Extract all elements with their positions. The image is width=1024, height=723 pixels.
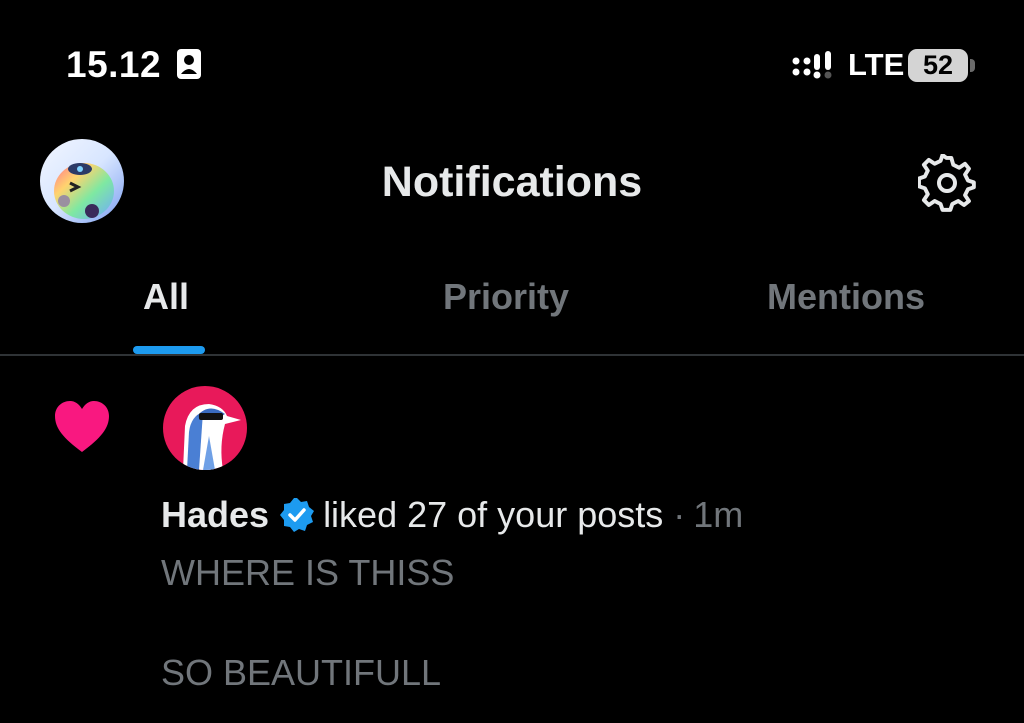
battery-tip — [970, 59, 975, 72]
battery-icon: 52 — [908, 49, 968, 82]
status-time: 15.12 — [66, 44, 162, 85]
tab-priority[interactable]: Priority — [443, 276, 569, 318]
actor-name[interactable]: Hades — [161, 494, 269, 536]
actor-avatar[interactable] — [163, 386, 247, 470]
tab-all[interactable]: All — [143, 276, 189, 318]
battery-level: 52 — [922, 50, 954, 80]
separator-dot: · — [673, 494, 686, 535]
post-preview-line: WHERE IS THISS — [161, 552, 455, 593]
notification-time: 1m — [693, 494, 744, 535]
verified-badge-icon — [280, 498, 315, 532]
status-bar: 15.12 LTE 52 — [0, 0, 1024, 120]
signal-icon — [792, 51, 832, 79]
notification-action: liked 27 of your posts — [323, 494, 664, 535]
heart-icon — [55, 401, 109, 452]
active-tab-indicator — [133, 346, 205, 354]
tab-mentions[interactable]: Mentions — [767, 276, 925, 318]
network-label: LTE — [848, 47, 905, 82]
page-title: Notifications — [381, 158, 643, 206]
tabs-divider — [0, 354, 1024, 356]
gear-icon[interactable] — [918, 154, 976, 212]
notification-text: Hades liked 27 of your posts · 1m — [161, 494, 743, 536]
screen: 15.12 LTE 52 Notifications All Priority … — [0, 0, 1024, 723]
post-preview-line: SO BEAUTIFULL — [161, 652, 442, 693]
id-card-icon — [177, 49, 201, 79]
